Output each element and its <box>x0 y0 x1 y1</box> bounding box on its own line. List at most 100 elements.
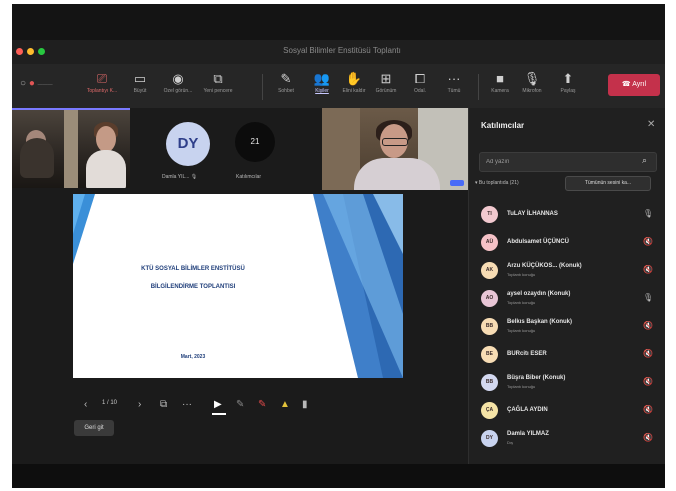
record-icon: ⎚ <box>96 71 108 86</box>
toolbar-item-label: Toplantıyı K... <box>86 88 118 94</box>
participant-count-avatar[interactable]: 21 <box>235 122 275 162</box>
mic-muted-icon[interactable]: 🔇 <box>643 377 653 386</box>
mic-icon: 🎙 <box>523 71 541 86</box>
toolbar-item-0[interactable]: ⎚ Toplantıyı K... <box>85 70 119 94</box>
participant-name: Belkıs Başkan (Konuk) <box>507 319 573 325</box>
eraser-icon[interactable]: ▮ <box>302 399 308 410</box>
more-icon: ··· <box>447 71 461 86</box>
prev-slide-icon[interactable]: ‹ <box>84 399 87 410</box>
highlighter-icon[interactable]: ▲ <box>280 399 290 410</box>
participant-row[interactable]: BB Belkıs Başkan (Konuk) Toplantı konuğu 🔇 <box>469 312 665 340</box>
panel-title: Katılımcılar <box>481 121 525 130</box>
expand-icon: ▭ <box>133 71 147 86</box>
toolbar-item-label: Paylaş <box>560 88 576 94</box>
toolbar-item-4[interactable]: ✎ Sohbet <box>269 70 303 94</box>
mic-muted-icon: 🎙 <box>190 174 198 180</box>
window-titlebar: Sosyal Bilimler Enstitüsü Toplantı <box>12 40 665 64</box>
toolbar-item-10[interactable]: ■ Kamera <box>483 70 517 94</box>
avatar: DY <box>481 430 498 447</box>
avatar: TI <box>481 206 498 223</box>
participant-row[interactable]: AK Arzu KÜÇÜKOS... (Konuk) Toplantı konuğu… <box>469 256 665 284</box>
leave-button[interactable]: ☎ Ayrıl <box>608 74 660 96</box>
mic-muted-icon[interactable]: 🔇 <box>643 433 653 442</box>
play-icon[interactable]: ▶ <box>214 399 222 410</box>
toolbar-item-5[interactable]: 👥 Kişiler <box>305 70 339 94</box>
participant-row[interactable]: ÇA ÇAĞLA AYDIN 🔇 <box>469 396 665 424</box>
toolbar-item-7[interactable]: ⊞ Görünüm <box>369 70 403 94</box>
camera-icon: ■ <box>496 71 504 86</box>
search-icon[interactable]: ⌕ <box>642 155 647 166</box>
toolbar-item-1[interactable]: ▭ Büyüt <box>123 70 157 94</box>
avatar: BB <box>481 374 498 391</box>
share-icon: ⬆ <box>562 71 574 86</box>
participant-row[interactable]: AO aysel ozaydın (Konuk) Toplantı konuğu 🎙 <box>469 284 665 312</box>
toolbar-item-12[interactable]: ⬆ Paylaş <box>551 70 585 94</box>
toolbar-item-label: Elini kaldır <box>342 88 366 94</box>
slide-page-indicator: 1 / 10 <box>102 400 118 406</box>
participant-row[interactable]: BB Büşra Biber (Konuk) Toplantı konuğu 🔇 <box>469 368 665 396</box>
toolbar-item-3[interactable]: ⧉ Yeni pencere <box>201 70 235 94</box>
close-icon[interactable]: ✕ <box>647 119 655 130</box>
section-header[interactable]: ▾ Bu toplantıda (21) <box>475 180 519 186</box>
participant-row[interactable]: DY Damla YILMAZ Dış 🔇 <box>469 424 665 452</box>
close-window-button[interactable] <box>16 48 23 55</box>
participant-row[interactable]: AÜ Abdulsamet ÜÇÜNCÜ 🔇 <box>469 228 665 256</box>
slide-title-line1: KTÜ SOSYAL BİLİMLER ENSTİTÜSÜ <box>141 266 245 272</box>
leave-label: Ayrıl <box>632 81 647 88</box>
toolbar-item-6[interactable]: ✋ Elini kaldır <box>337 70 371 94</box>
toolbar-divider <box>262 74 263 100</box>
app-screen: Sosyal Bilimler Enstitüsü Toplantı ○ ● ―… <box>12 4 665 488</box>
toolbar-divider <box>478 74 479 100</box>
search-input[interactable] <box>486 156 626 168</box>
toolbar-item-label: Yeni pencere <box>203 88 233 94</box>
participant-avatar-dy[interactable]: DY <box>166 122 210 166</box>
toolbar-item-11[interactable]: 🎙 Mikrofon <box>515 70 549 94</box>
pen-icon[interactable]: ✎ <box>236 399 244 410</box>
toolbar-item-label: Sohbet <box>278 88 294 94</box>
toolbar-item-8[interactable]: ⧠ Odal. <box>403 70 437 94</box>
participant-search[interactable]: ⌕ <box>479 152 657 172</box>
mic-muted-icon[interactable]: 🔇 <box>643 237 653 246</box>
play-underline <box>212 413 226 415</box>
toolbar-item-label: Görünüm <box>375 88 397 94</box>
mic-icon[interactable]: 🎙 <box>643 293 653 302</box>
mic-muted-icon[interactable]: 🔇 <box>643 265 653 274</box>
copy-icon[interactable]: ⧉ <box>160 399 167 410</box>
participant-row[interactable]: TI TuLAY İLHANNAS 🎙 <box>469 200 665 228</box>
participant-name: TuLAY İLHANNAS <box>507 211 558 217</box>
toolbar-item-label: Kamera <box>491 88 509 94</box>
view-icon: ◉ <box>172 71 184 86</box>
participants-panel: Katılımcılar ✕ ⌕ ▾ Bu toplantıda (21) Tü… <box>468 108 665 464</box>
video-tile-participants[interactable] <box>12 108 130 188</box>
mic-icon[interactable]: 🎙 <box>643 209 653 218</box>
participant-name: ÇAĞLA AYDIN <box>507 407 548 413</box>
toolbar-item-label: Büyüt <box>133 88 147 94</box>
more-options-icon[interactable]: ··· <box>182 399 192 410</box>
participant-name: BURcitı ESER <box>507 351 547 357</box>
tile-name-dy: Damla YIL... 🎙 <box>162 174 197 180</box>
mute-all-button[interactable]: Tümünün sesini ka... <box>565 176 651 191</box>
avatar: BB <box>481 318 498 335</box>
toolbar-item-label: Tümü <box>447 88 461 94</box>
toolbar-item-9[interactable]: ··· Tümü <box>437 70 471 94</box>
next-slide-icon[interactable]: › <box>138 399 141 410</box>
toolbar-item-2[interactable]: ◉ Özel görün... <box>161 70 195 94</box>
tile-count-label: Katılımcılar <box>236 174 262 180</box>
red-pen-icon[interactable]: ✎ <box>258 399 266 410</box>
participant-name: Abdulsamet ÜÇÜNCÜ <box>507 239 570 245</box>
window-title: Sosyal Bilimler Enstitüsü Toplantı <box>283 46 401 55</box>
mic-muted-icon[interactable]: 🔇 <box>643 405 653 414</box>
mic-muted-icon[interactable]: 🔇 <box>643 349 653 358</box>
avatar: AÜ <box>481 234 498 251</box>
shared-slide[interactable]: KTÜ SOSYAL BİLİMLER ENSTİTÜSÜ BİLGİLENDİ… <box>73 194 403 378</box>
mic-muted-icon[interactable]: 🔇 <box>643 321 653 330</box>
back-button[interactable]: Geri git <box>74 420 114 436</box>
minimize-window-button[interactable] <box>27 48 34 55</box>
participant-role: Dış <box>507 440 513 445</box>
raise-hand-icon: ✋ <box>345 71 363 86</box>
participant-row[interactable]: BE BURcitı ESER 🔇 <box>469 340 665 368</box>
maximize-window-button[interactable] <box>38 48 45 55</box>
slide-date: Mart, 2023 <box>180 354 206 360</box>
participant-role: Toplantı konuğu <box>507 300 536 305</box>
video-tile-speaker[interactable] <box>322 108 468 190</box>
